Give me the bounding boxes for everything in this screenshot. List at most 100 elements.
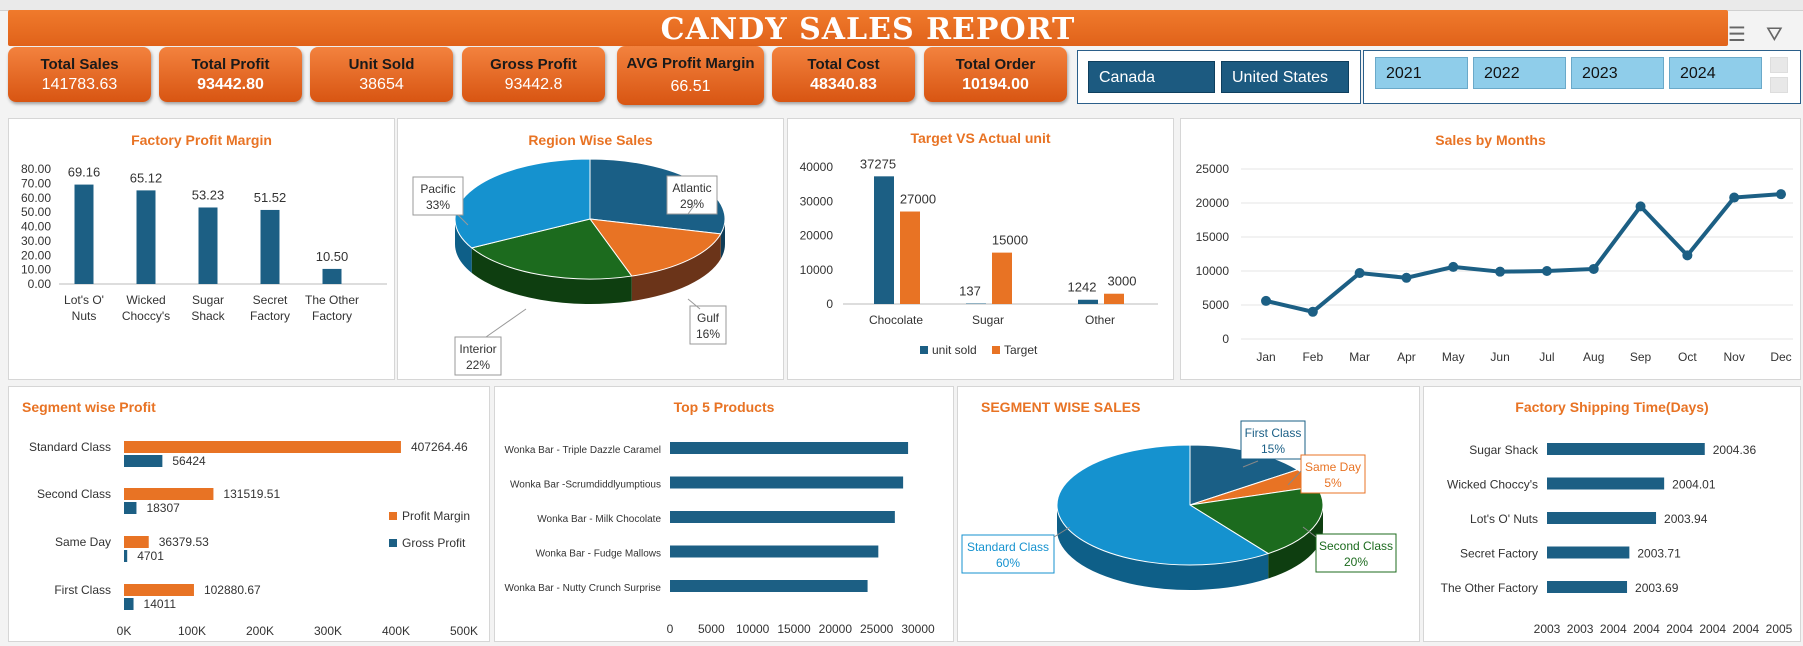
country-slicer: Canada United States (1077, 50, 1361, 104)
x-tick-label: 2004 (1633, 622, 1660, 636)
x-tick-label: Factory (250, 309, 290, 323)
x-tick-label: Apr (1397, 350, 1416, 364)
data-label: 10.50 (316, 249, 349, 264)
kpi-label: AVG Profit Margin (617, 55, 764, 72)
chart-title: Region Wise Sales (398, 132, 783, 148)
y-tick-label: 80.00 (21, 162, 51, 176)
data-label: 69.16 (68, 165, 101, 180)
data-label: Standard Class (967, 540, 1049, 554)
data-label: Atlantic (672, 181, 711, 195)
data-label: Same Day (1305, 460, 1361, 474)
slicer-scroll-up[interactable] (1770, 57, 1788, 73)
y-tick-label: 20.00 (21, 248, 51, 262)
slicer-year-2021[interactable]: 2021 (1375, 57, 1468, 89)
data-label: Gulf (697, 311, 720, 325)
chart-title: Top 5 Products (495, 399, 953, 415)
kpi-value: 93442.8 (462, 76, 605, 94)
bar (261, 210, 280, 284)
data-point (1355, 268, 1365, 278)
slicer-country-canada[interactable]: Canada (1088, 61, 1215, 93)
year-slicer: 2021 2022 2023 2024 (1363, 50, 1801, 104)
legend-swatch (920, 346, 928, 354)
series-line (1266, 194, 1781, 312)
y-tick-label: 20000 (800, 229, 834, 243)
legend-label: Gross Profit (402, 536, 466, 550)
x-tick-label: Secret (253, 293, 288, 307)
bar (124, 455, 162, 467)
x-tick-label: Nov (1724, 350, 1745, 364)
top-5-products-chart: 050001000015000200002500030000Wonka Bar … (495, 387, 953, 641)
bar-Target (992, 253, 1012, 304)
x-tick-label: Feb (1302, 350, 1323, 364)
legend-label: unit sold (932, 343, 977, 357)
y-tick-label: Wonka Bar - Milk Chocolate (537, 514, 661, 525)
y-tick-label: 10000 (1196, 264, 1230, 278)
panel-sales-by-months: Sales by Months 050001000015000200002500… (1180, 118, 1801, 380)
x-tick-label: Lot's O' (64, 293, 104, 307)
x-tick-label: 2004 (1600, 622, 1627, 636)
segment-wise-sales-chart: First Class15%Same Day5%Second Class20%S… (958, 387, 1419, 641)
bar (1547, 581, 1627, 593)
bar (124, 502, 136, 514)
x-tick-label: Oct (1678, 350, 1697, 364)
y-tick-label: Wonka Bar - Triple Dazzle Caramel (504, 445, 661, 456)
x-tick-label: 300K (314, 624, 342, 638)
x-tick-label: Sugar (972, 313, 1004, 327)
kpi-value: 141783.63 (8, 76, 151, 94)
x-tick-label: 25000 (860, 622, 894, 636)
x-tick-label: 2004 (1699, 622, 1726, 636)
kpi-total-profit: Total Profit 93442.80 (159, 47, 302, 102)
bar-unit-sold (874, 176, 894, 304)
y-tick-label: Wonka Bar - Fudge Mallows (536, 549, 661, 560)
y-tick-label: The Other Factory (1441, 581, 1538, 595)
x-tick-label: Choccy's (122, 309, 170, 323)
bar (124, 536, 149, 548)
target-vs-actual-chart: 0100002000030000400003727527000Chocolate… (788, 119, 1173, 379)
data-point (1448, 262, 1458, 272)
slicer-toolbar: ☰ ⛛ (1728, 20, 1803, 50)
data-point (1776, 189, 1786, 199)
slicer-scroll-down[interactable] (1770, 77, 1788, 93)
kpi-value: 93442.80 (159, 76, 302, 94)
x-tick-label: 5000 (698, 622, 725, 636)
multi-select-icon[interactable]: ☰ (1728, 22, 1746, 46)
kpi-value: 66.51 (617, 78, 764, 96)
bar-Target (1104, 294, 1124, 304)
clear-filter-icon[interactable]: ⛛ (1766, 22, 1783, 46)
data-label: 2004.36 (1713, 443, 1757, 457)
slicer-year-2023[interactable]: 2023 (1571, 57, 1664, 89)
kpi-label: Total Sales (8, 56, 151, 73)
bar (323, 269, 342, 284)
chart-title: Factory Shipping Time(Days) (1424, 399, 1800, 415)
bar (75, 185, 94, 284)
bar (124, 550, 127, 562)
y-tick-label: Lot's O' Nuts (1470, 512, 1538, 526)
slicer-country-united-states[interactable]: United States (1221, 61, 1349, 93)
data-label: 27000 (900, 192, 936, 207)
panel-factory-profit-margin: Factory Profit Margin 0.0010.0020.0030.0… (8, 118, 395, 380)
bar (124, 488, 213, 500)
x-tick-label: 2005 (1766, 622, 1793, 636)
x-tick-label: Sep (1630, 350, 1652, 364)
data-point (1401, 273, 1411, 283)
data-label: 102880.67 (204, 583, 261, 597)
bar (670, 580, 868, 592)
y-tick-label: 20000 (1196, 196, 1230, 210)
x-tick-label: Jul (1539, 350, 1554, 364)
y-tick-label: 10000 (800, 263, 834, 277)
data-label: 137 (959, 284, 981, 299)
bar (137, 190, 156, 284)
x-tick-label: Factory (312, 309, 352, 323)
data-label: 51.52 (254, 190, 287, 205)
slicer-year-2024[interactable]: 2024 (1669, 57, 1762, 89)
slicer-year-2022[interactable]: 2022 (1473, 57, 1566, 89)
data-label: 1242 (1068, 280, 1097, 295)
y-tick-label: 60.00 (21, 191, 51, 205)
data-label: 22% (466, 358, 490, 372)
kpi-avg-profit-margin: AVG Profit Margin 66.51 (617, 46, 764, 105)
x-tick-label: Chocolate (869, 313, 923, 327)
panel-target-vs-actual: Target VS Actual unit 010000200003000040… (787, 118, 1174, 380)
panel-top-5-products: Top 5 Products 0500010000150002000025000… (494, 386, 954, 642)
y-tick-label: Second Class (37, 487, 111, 501)
kpi-unit-sold: Unit Sold 38654 (310, 47, 453, 102)
